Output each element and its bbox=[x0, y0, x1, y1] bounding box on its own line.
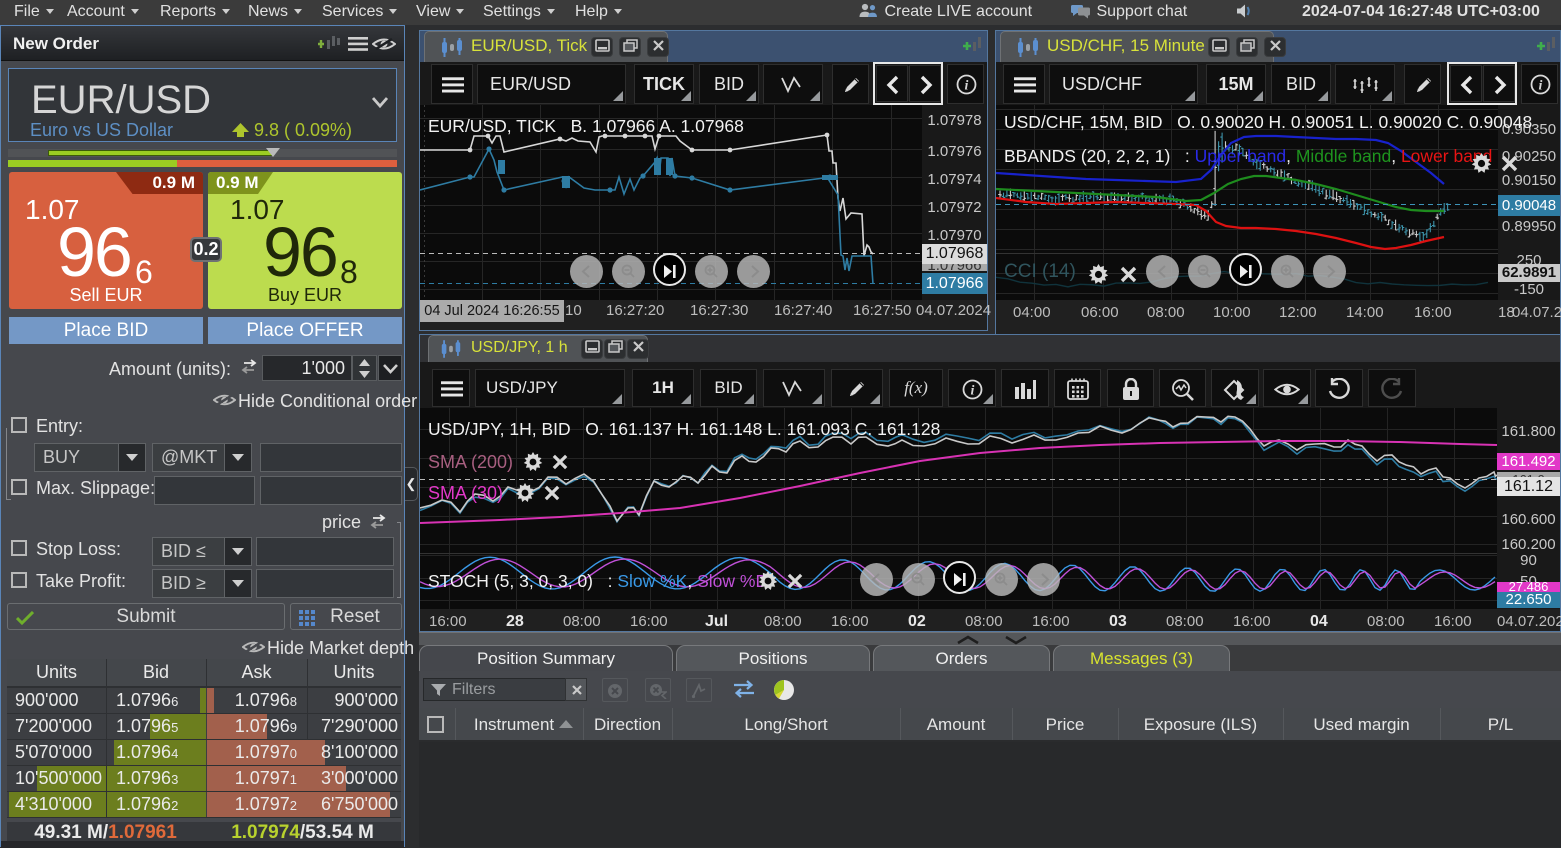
svg-text:i: i bbox=[965, 79, 969, 94]
svg-text:i: i bbox=[971, 384, 975, 399]
svg-text:i: i bbox=[1539, 79, 1543, 94]
